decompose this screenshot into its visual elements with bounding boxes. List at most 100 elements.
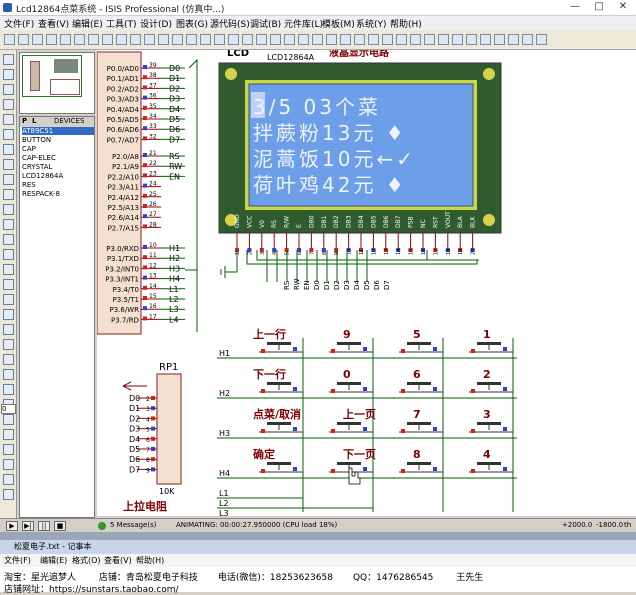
menu-system[interactable]: 系统(Y) <box>356 17 387 30</box>
pause-button[interactable]: || <box>38 521 50 531</box>
toolbar-decompose-icon[interactable] <box>368 34 379 45</box>
menu-help[interactable]: 帮助(H) <box>390 17 422 30</box>
notepad-line-2[interactable]: 店铺网址：https://sunstars.taobao.com/ <box>4 582 179 595</box>
toolbar-copy2-icon[interactable] <box>270 34 281 45</box>
toolbar-drc-icon[interactable] <box>452 34 463 45</box>
keypad-key-button[interactable] <box>259 422 303 433</box>
keypad-key-button[interactable] <box>399 342 443 353</box>
device-item-lcd12864a[interactable]: LCD12864A <box>22 172 63 180</box>
toolbar-save-icon[interactable] <box>32 34 43 45</box>
notepad-menu-edit[interactable]: 编辑(E) <box>40 555 67 566</box>
overview-window[interactable] <box>19 52 95 114</box>
toolbar-area-icon[interactable] <box>60 34 71 45</box>
maximize-button[interactable]: □ <box>586 0 612 14</box>
mode-tool-8-icon[interactable] <box>3 159 14 170</box>
mode-tool-7-icon[interactable] <box>3 144 14 155</box>
device-item-button[interactable]: BUTTON <box>22 136 51 144</box>
mode-tool-21-icon[interactable] <box>3 354 14 365</box>
mode-tool-17-icon[interactable] <box>3 294 14 305</box>
device-item-respack-8[interactable]: RESPACK-8 <box>22 190 60 198</box>
toolbar-block-delete-icon[interactable] <box>326 34 337 45</box>
step-button[interactable]: ▶| <box>22 521 34 531</box>
stop-button[interactable]: ■ <box>54 521 66 531</box>
message-count[interactable]: 5 Message(s) <box>110 521 156 529</box>
keypad-key-button[interactable] <box>259 382 303 393</box>
keypad-key-button[interactable] <box>329 422 373 433</box>
keypad-key-button[interactable] <box>259 462 303 473</box>
device-item-cap[interactable]: CAP <box>22 145 36 153</box>
toolbar-simulate-icon[interactable] <box>494 34 505 45</box>
mode-tool-27-icon[interactable] <box>3 444 14 455</box>
toolbar-paste-icon[interactable] <box>102 34 113 45</box>
menu-debug[interactable]: 调试(B) <box>250 17 281 30</box>
mode-tool-9-icon[interactable] <box>3 174 14 185</box>
mode-tool-20-icon[interactable] <box>3 339 14 350</box>
device-item-at89c51[interactable]: AT89C51 <box>22 127 94 135</box>
mode-tool-18-icon[interactable] <box>3 309 14 320</box>
mode-tool-4-icon[interactable] <box>3 99 14 110</box>
mode-tool-23-icon[interactable] <box>3 384 14 395</box>
menu-tools[interactable]: 工具(T) <box>106 17 137 30</box>
toolbar-copy-icon[interactable] <box>88 34 99 45</box>
toolbar-code-icon[interactable] <box>480 34 491 45</box>
toolbar-property-icon[interactable] <box>410 34 421 45</box>
mode-tool-26-icon[interactable] <box>3 429 14 440</box>
menu-design[interactable]: 设计(D) <box>140 17 172 30</box>
keypad-key-button[interactable] <box>469 422 513 433</box>
mode-tool-11-icon[interactable] <box>3 204 14 215</box>
toolbar-cut2-icon[interactable] <box>256 34 267 45</box>
menu-graph[interactable]: 图表(G) <box>176 17 208 30</box>
mode-tool-1-icon[interactable] <box>3 54 14 65</box>
toolbar-netlist-icon[interactable] <box>424 34 435 45</box>
mode-tool-25-icon[interactable] <box>3 414 14 425</box>
keypad-key-button[interactable] <box>469 342 513 353</box>
mode-tool-19-icon[interactable] <box>3 324 14 335</box>
mode-tool-28-icon[interactable] <box>3 459 14 470</box>
mode-tool-29-icon[interactable] <box>3 474 14 485</box>
mode-tool-13-icon[interactable] <box>3 234 14 245</box>
toolbar-tape-icon[interactable] <box>522 34 533 45</box>
notepad-menu-format[interactable]: 格式(O) <box>72 555 101 566</box>
mode-tool-15-icon[interactable] <box>3 264 14 275</box>
notepad-menu-help[interactable]: 帮助(H) <box>136 555 164 566</box>
device-item-res[interactable]: RES <box>22 181 36 189</box>
toolbar-pcb-icon[interactable] <box>466 34 477 45</box>
mode-tool-10-icon[interactable] <box>3 189 14 200</box>
toolbar-block-copy-icon[interactable] <box>284 34 295 45</box>
toolbar-refresh-icon[interactable] <box>116 34 127 45</box>
keypad-key-button[interactable] <box>469 382 513 393</box>
toolbar-probe-icon[interactable] <box>536 34 547 45</box>
rotation-field[interactable]: 0 <box>1 404 16 414</box>
mode-tool-6-icon[interactable] <box>3 129 14 140</box>
menu-template[interactable]: 模板(M) <box>322 17 355 30</box>
toolbar-graph-icon[interactable] <box>508 34 519 45</box>
toolbar-block-move-icon[interactable] <box>298 34 309 45</box>
mode-tool-16-icon[interactable] <box>3 279 14 290</box>
mode-tool-14-icon[interactable] <box>3 249 14 260</box>
toolbar-pdp-icon[interactable] <box>354 34 365 45</box>
device-item-cap-elec[interactable]: CAP-ELEC <box>22 154 56 162</box>
notepad-menu-file[interactable]: 文件(F) <box>4 555 31 566</box>
toolbar-pick-icon[interactable] <box>340 34 351 45</box>
toolbar-undo-icon[interactable] <box>228 34 239 45</box>
keypad-key-button[interactable] <box>259 342 303 353</box>
device-item-crystal[interactable]: CRYSTAL <box>22 163 52 171</box>
toolbar-block-rotate-icon[interactable] <box>312 34 323 45</box>
keypad-key-button[interactable] <box>399 462 443 473</box>
keypad-key-button[interactable] <box>399 422 443 433</box>
toolbar-zoom-all-icon[interactable] <box>200 34 211 45</box>
toolbar-open-icon[interactable] <box>18 34 29 45</box>
toolbar-cut-icon[interactable] <box>74 34 85 45</box>
toolbar-search-icon[interactable] <box>396 34 407 45</box>
keypad-key-button[interactable] <box>329 342 373 353</box>
menu-file[interactable]: 文件(F) <box>4 17 34 30</box>
toolbar-redo-icon[interactable] <box>242 34 253 45</box>
toolbar-zoom-area-icon[interactable] <box>214 34 225 45</box>
toolbar-origin-icon[interactable] <box>144 34 155 45</box>
toolbar-wire-icon[interactable] <box>382 34 393 45</box>
mode-tool-12-icon[interactable] <box>3 219 14 230</box>
mode-tool-3-icon[interactable] <box>3 84 14 95</box>
toolbar-zoom-in-icon[interactable] <box>172 34 183 45</box>
library-manager-button[interactable]: L <box>32 117 36 125</box>
schematic-canvas[interactable]: LCD LCD12864A 液晶显示电路 3/5 03个菜 拌蕨粉13元 ♦ 泥… <box>97 50 636 516</box>
